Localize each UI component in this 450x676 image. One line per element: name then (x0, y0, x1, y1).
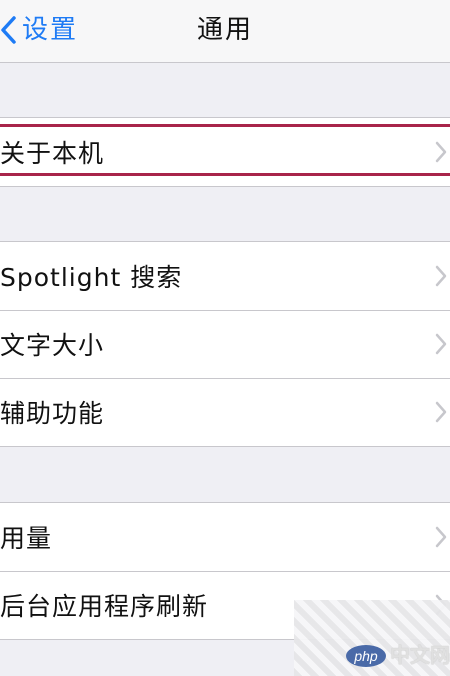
chevron-right-icon (435, 401, 447, 423)
page-title: 通用 (196, 15, 253, 45)
watermark-logo: php (346, 645, 386, 667)
settings-group-display: Spotlight 搜索 文字大小 辅助功能 (0, 241, 450, 447)
list-item-accessibility[interactable]: 辅助功能 (0, 378, 450, 446)
list-item-label: 辅助功能 (0, 399, 105, 428)
list-item-about[interactable]: 关于本机 (0, 118, 450, 186)
list-item-label: 后台应用程序刷新 (0, 592, 209, 621)
list-item-label: Spotlight 搜索 (0, 263, 183, 292)
chevron-right-icon (435, 526, 447, 548)
watermark-text: 中文网 (390, 643, 450, 667)
chevron-right-icon (435, 141, 447, 163)
settings-group-about: 关于本机 (0, 117, 450, 187)
list-item-spotlight[interactable]: Spotlight 搜索 (0, 242, 450, 310)
list-item-text-size[interactable]: 文字大小 (0, 310, 450, 378)
chevron-right-icon (435, 265, 447, 287)
chevron-right-icon (435, 333, 447, 355)
settings-general-screen: 设置 通用 关于本机 Spotlight 搜索 文字大小 辅助功能 用量 后台应… (0, 0, 450, 676)
list-item-usage[interactable]: 用量 (0, 503, 450, 571)
list-item-label: 关于本机 (0, 139, 105, 168)
watermark: php 中文网 (294, 600, 450, 676)
list-item-label: 用量 (0, 524, 53, 553)
navigation-bar: 设置 通用 (0, 0, 450, 63)
list-item-label: 文字大小 (0, 331, 105, 360)
